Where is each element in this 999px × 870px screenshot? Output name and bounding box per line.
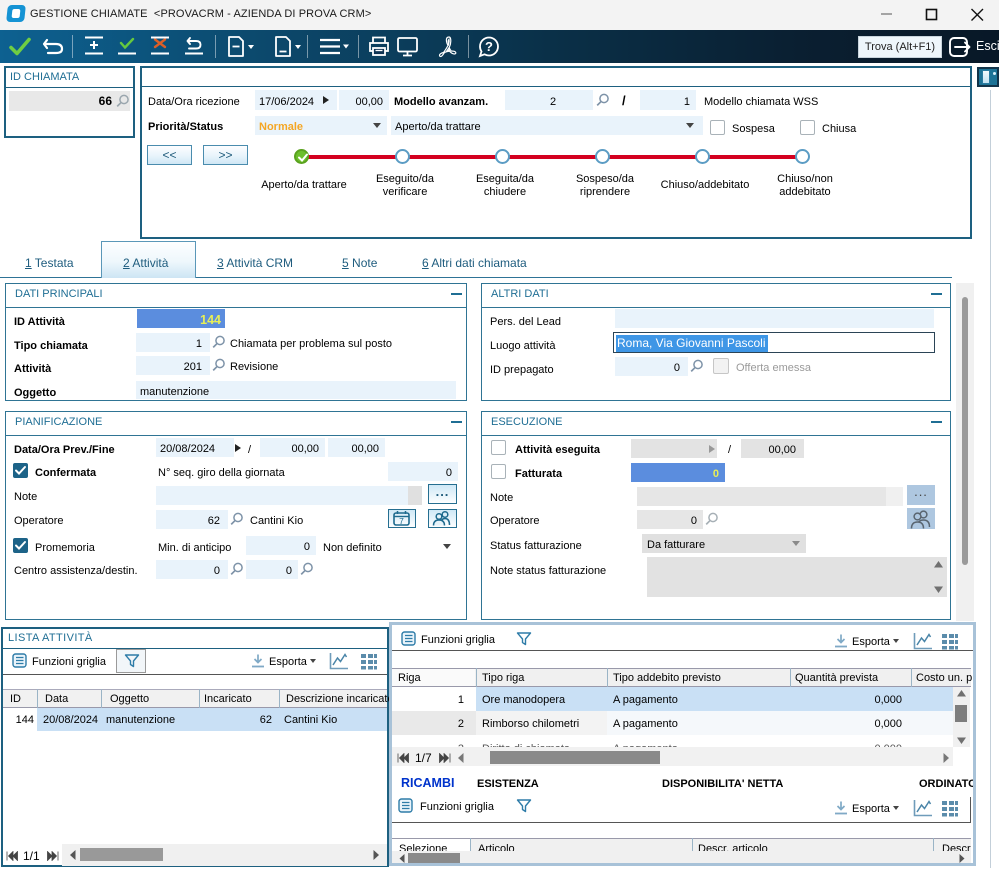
svg-text:7: 7 (399, 516, 404, 526)
svg-text:?: ? (485, 39, 493, 54)
